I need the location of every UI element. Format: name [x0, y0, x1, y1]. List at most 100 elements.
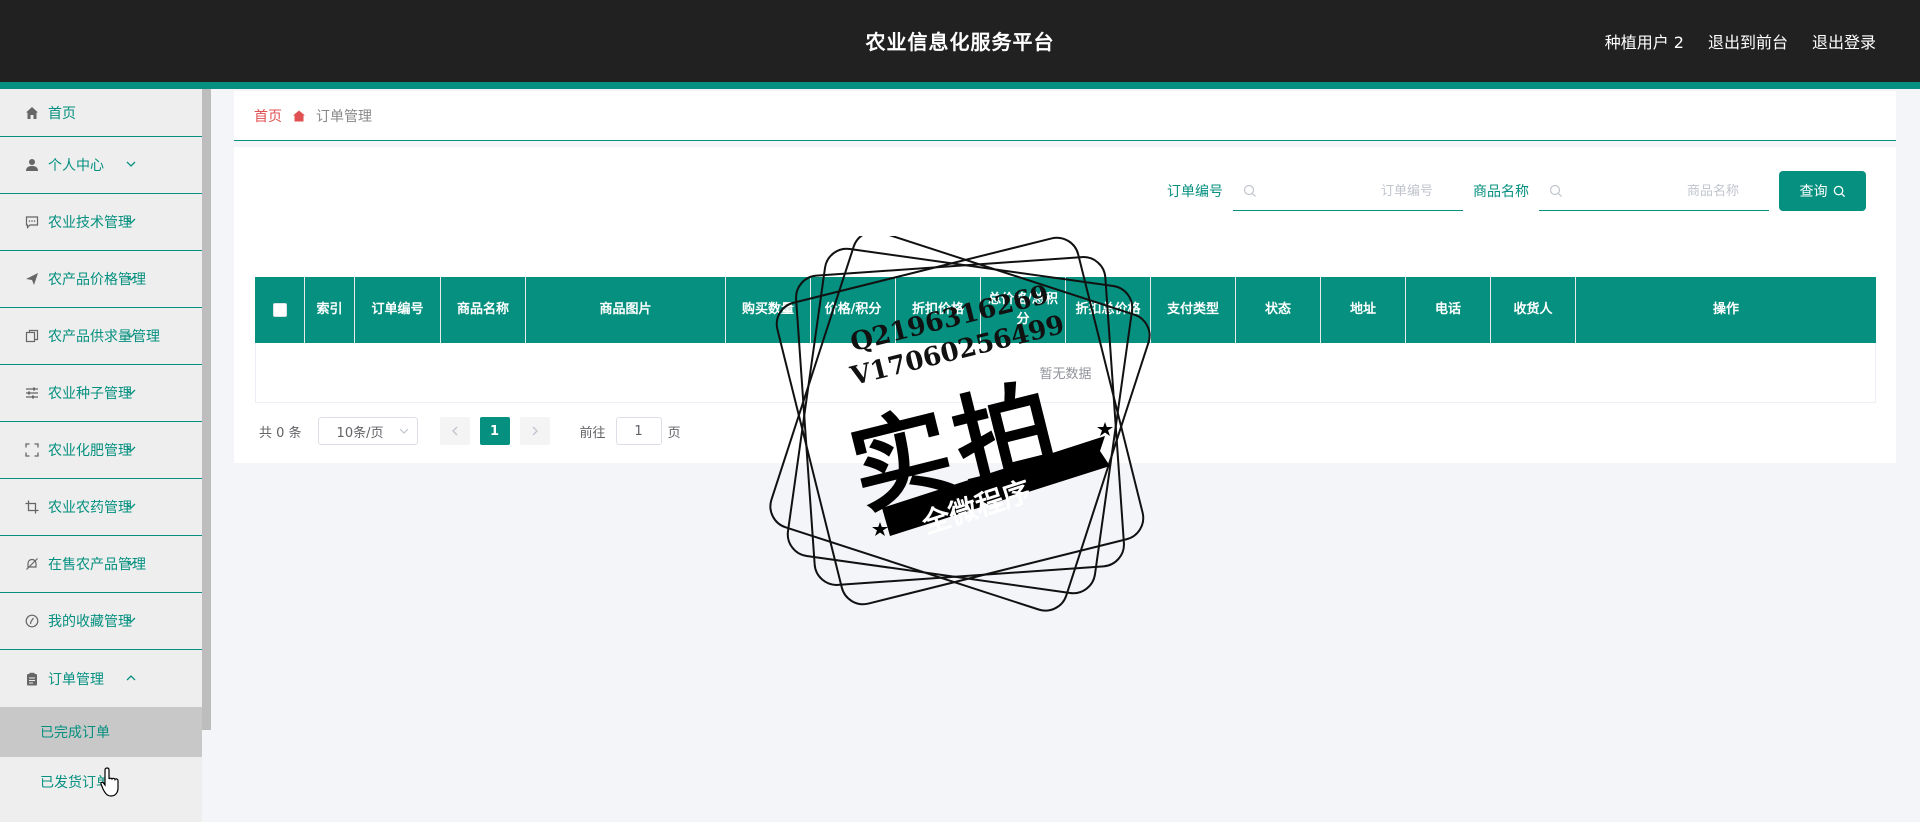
sidebar-item-label: 农业农药管理 [48, 500, 132, 516]
sidebar-scrollbar[interactable] [202, 89, 211, 730]
column-header: 支付类型 [1151, 277, 1236, 343]
chevron-right-icon [532, 426, 538, 436]
product-name-input[interactable] [1539, 171, 1769, 211]
watermark-ribbon: 全微程序 [918, 474, 1035, 541]
crop-icon [24, 499, 40, 515]
sidebar-item-tech[interactable]: 农业技术管理 [0, 194, 202, 251]
chevron-down-icon [126, 332, 136, 338]
sidebar-item-label: 农业化肥管理 [48, 443, 132, 459]
sidebar-item-home[interactable]: 首页 [0, 89, 202, 137]
chevron-down-icon [126, 446, 136, 452]
chevron-left-icon [451, 426, 458, 436]
sidebar-item-label: 订单管理 [48, 671, 104, 688]
chevron-down-icon [126, 161, 136, 167]
chevron-down-icon [399, 428, 408, 434]
column-header: 地址 [1321, 277, 1406, 343]
logout-link[interactable]: 退出登录 [1812, 29, 1876, 53]
table-header: 索引 订单编号 商品名称 商品图片 购买数量 价格/积分 折扣价格 总价格/总积… [255, 277, 1876, 343]
column-header: 操作 [1712, 302, 1739, 317]
order-number-field [1233, 171, 1463, 211]
chevron-down-icon [126, 218, 136, 224]
clipboard-icon [24, 671, 40, 687]
copy-icon [24, 328, 40, 344]
page-size-value: 10条/页 [336, 425, 384, 441]
table-empty-row: 暂无数据 [255, 343, 1876, 403]
hand-cursor-icon [100, 767, 119, 797]
column-header: 折扣总价格 [1066, 277, 1151, 343]
sidebar-item-onsale[interactable]: 在售农产品管理 [0, 536, 202, 593]
total-count: 共 0 条 [259, 425, 302, 441]
column-header: 状态 [1236, 277, 1321, 343]
top-actions: 种植用户 2 退出到前台 退出登录 [1605, 0, 1876, 82]
search-icon [1549, 184, 1562, 197]
chevron-up-icon [126, 674, 136, 680]
sidebar-item-label: 农产品供求量管理 [48, 329, 160, 345]
order-number-input[interactable] [1233, 171, 1463, 211]
top-bar-accent [0, 82, 1920, 89]
empty-text: 暂无数据 [1039, 367, 1092, 382]
search-icon [1243, 184, 1256, 197]
query-button[interactable]: 查询 [1779, 171, 1866, 211]
sidebar-item-fertilizer[interactable]: 农业化肥管理 [0, 422, 202, 479]
pagination: 共 0 条 10条/页 1 前往 页 [259, 417, 681, 445]
search-row: 订单编号 商品名称 查询 [1167, 171, 1866, 211]
sidebar-item-orders[interactable]: 订单管理 [0, 650, 202, 707]
exit-to-front-link[interactable]: 退出到前台 [1708, 29, 1788, 53]
breadcrumb: 首页 订单管理 [234, 91, 1896, 141]
prev-page-button[interactable] [439, 417, 470, 445]
house-separator-icon [293, 110, 305, 121]
column-header: 收货人 [1491, 277, 1576, 343]
column-header: 总价格/总积分 [981, 277, 1066, 343]
breadcrumb-current: 订单管理 [316, 108, 372, 125]
next-page-button[interactable] [519, 417, 550, 445]
page-size-select[interactable]: 10条/页 [317, 417, 418, 445]
select-all-checkbox[interactable] [272, 303, 287, 317]
sidebar-item-supply[interactable]: 农产品供求量管理 [0, 308, 202, 365]
compass-icon [24, 613, 40, 629]
send-icon [24, 271, 40, 287]
sidebar-item-price[interactable]: 农产品价格管理 [0, 251, 202, 308]
sidebar-item-label: 农业种子管理 [48, 386, 132, 402]
bell-off-icon [24, 556, 40, 572]
column-header: 购买数量 [726, 277, 811, 343]
submenu-item-label: 已完成订单 [40, 725, 110, 741]
query-button-label: 查询 [1799, 184, 1828, 200]
sidebar-item-label: 个人中心 [48, 158, 104, 174]
sidebar-item-pesticide[interactable]: 农业农药管理 [0, 479, 202, 536]
sidebar-item-favorites[interactable]: 我的收藏管理 [0, 593, 202, 650]
fullscreen-icon [24, 442, 40, 458]
search-icon [1833, 185, 1845, 197]
chevron-down-icon [126, 503, 136, 509]
sidebar-item-label: 农业技术管理 [48, 215, 132, 231]
column-header: 订单编号 [355, 277, 441, 343]
column-header: 商品图片 [526, 277, 726, 343]
submenu-item-completed-orders[interactable]: 已完成订单 [0, 707, 202, 757]
column-header: 电话 [1406, 277, 1491, 343]
goto-page-input[interactable] [615, 417, 662, 445]
column-header: 索引 [305, 277, 355, 343]
product-name-field [1539, 171, 1769, 211]
sidebar-item-label: 我的收藏管理 [48, 614, 132, 630]
sliders-icon [24, 385, 40, 401]
current-user-label[interactable]: 种植用户 2 [1605, 29, 1684, 53]
page-number-current[interactable]: 1 [479, 417, 510, 445]
chevron-down-icon [126, 560, 136, 566]
column-header: 商品名称 [441, 277, 526, 343]
sidebar-item-seeds[interactable]: 农业种子管理 [0, 365, 202, 422]
chevron-down-icon [126, 389, 136, 395]
sidebar-item-personal[interactable]: 个人中心 [0, 137, 202, 194]
order-management-panel: 订单编号 商品名称 查询 索引 订单编号 商品名称 商品图片 购买数量 价格/积… [234, 147, 1896, 463]
sidebar-item-label: 首页 [48, 105, 76, 122]
column-header: 价格/积分 [811, 277, 896, 343]
chat-icon [24, 214, 40, 230]
column-header: 折扣价格 [896, 277, 981, 343]
sidebar: 首页 个人中心 农业技术管理 农产品价格管理 农产品供求量管理 农业种子管理 农… [0, 89, 202, 822]
order-number-label: 订单编号 [1167, 184, 1223, 200]
chevron-down-icon [126, 275, 136, 281]
breadcrumb-home-link[interactable]: 首页 [254, 106, 282, 126]
goto-prefix: 前往 [579, 425, 606, 441]
select-all-cell [255, 277, 305, 343]
chevron-down-icon [126, 617, 136, 623]
user-icon [24, 157, 40, 173]
product-name-label: 商品名称 [1473, 184, 1529, 200]
